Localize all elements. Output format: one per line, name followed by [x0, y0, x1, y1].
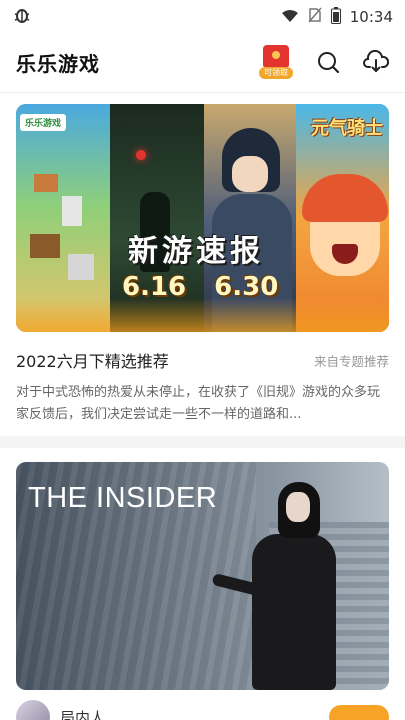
app-title: 乐乐游戏	[16, 51, 100, 76]
feed-banner-image[interactable]: THE INSIDER	[16, 462, 389, 690]
banner-overlay-title: THE INSIDER	[28, 482, 218, 514]
banner-date-end: 6.30	[214, 272, 279, 302]
feed-card-title[interactable]: 2022六月下精选推荐	[16, 348, 169, 372]
banner-game-title: 元气骑士	[311, 118, 383, 139]
download-button[interactable]	[363, 49, 389, 75]
feed-card[interactable]: 乐乐游戏 元气骑士 新游速报 6.16 6.30 2022六月下精选推荐 来自专…	[16, 104, 389, 426]
app-header: 乐乐游戏 可领取	[0, 38, 405, 86]
section-separator	[0, 436, 405, 448]
wifi-icon	[281, 8, 299, 27]
download-icon	[363, 50, 389, 73]
sim-off-icon	[308, 7, 322, 27]
feed-banner-image[interactable]: 乐乐游戏 元气骑士 新游速报 6.16 6.30	[16, 104, 389, 332]
banner-headline: 新游速报	[128, 234, 264, 269]
feed-card-name[interactable]: 局内人	[60, 707, 105, 720]
feed-card-description[interactable]: 对于中式恐怖的热爱从未停止，在收获了《旧规》游戏的众多玩家反馈后，我们决定尝试走…	[16, 382, 389, 426]
banner-date-start: 6.16	[122, 272, 187, 302]
battery-icon	[330, 6, 341, 28]
search-button[interactable]	[315, 49, 341, 75]
redpacket-button[interactable]: 可领取	[259, 43, 293, 81]
bug-icon	[12, 5, 32, 30]
search-icon	[318, 52, 340, 74]
status-time: 10:34	[349, 8, 393, 26]
redpacket-icon	[263, 45, 289, 67]
status-bar: 10:34	[0, 0, 405, 34]
feed-card[interactable]: THE INSIDER 局内人	[16, 462, 389, 720]
banner-dates: 6.16 6.30	[122, 272, 278, 302]
header-divider	[0, 92, 405, 93]
banner-game-logo: 乐乐游戏	[20, 114, 67, 131]
feed-card-source: 来自专题推荐	[313, 353, 389, 369]
feed-card-action-button[interactable]	[329, 705, 389, 720]
avatar[interactable]	[16, 700, 50, 720]
redpacket-tag: 可领取	[259, 67, 293, 79]
